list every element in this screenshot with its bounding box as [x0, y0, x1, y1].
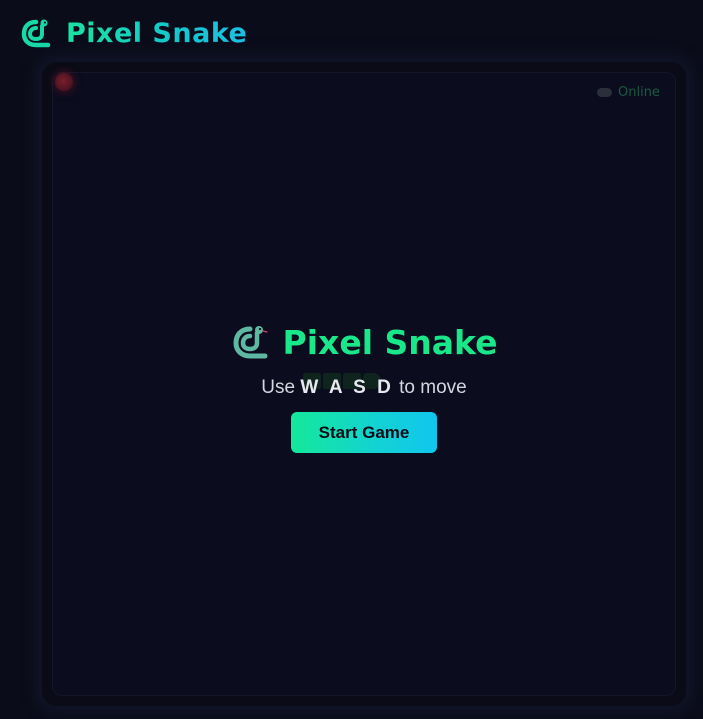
instructions-keys: W A S D [300, 377, 394, 398]
snake-icon [233, 326, 268, 359]
apple-icon [55, 73, 73, 91]
app-title: Pixel Snake [66, 17, 248, 49]
app-header: Pixel Snake [20, 14, 247, 52]
status-indicator-icon [597, 88, 612, 97]
start-game-button[interactable]: Start Game [291, 412, 437, 453]
status-label: Online [618, 85, 660, 100]
instructions-suffix: to move [393, 377, 467, 398]
overlay-title: Pixel Snake [231, 320, 498, 364]
instructions-prefix: Use [261, 377, 301, 398]
snake-icon [21, 19, 51, 48]
connection-status: Online [597, 85, 660, 100]
game-page: Pixel Snake Online Pixel Snake Use W A S… [0, 0, 703, 719]
start-overlay: Pixel Snake Use W A S D to move Start Ga… [52, 320, 676, 453]
controls-instructions: Use W A S D to move [261, 377, 466, 399]
overlay-title-text: Pixel Snake [282, 322, 498, 362]
